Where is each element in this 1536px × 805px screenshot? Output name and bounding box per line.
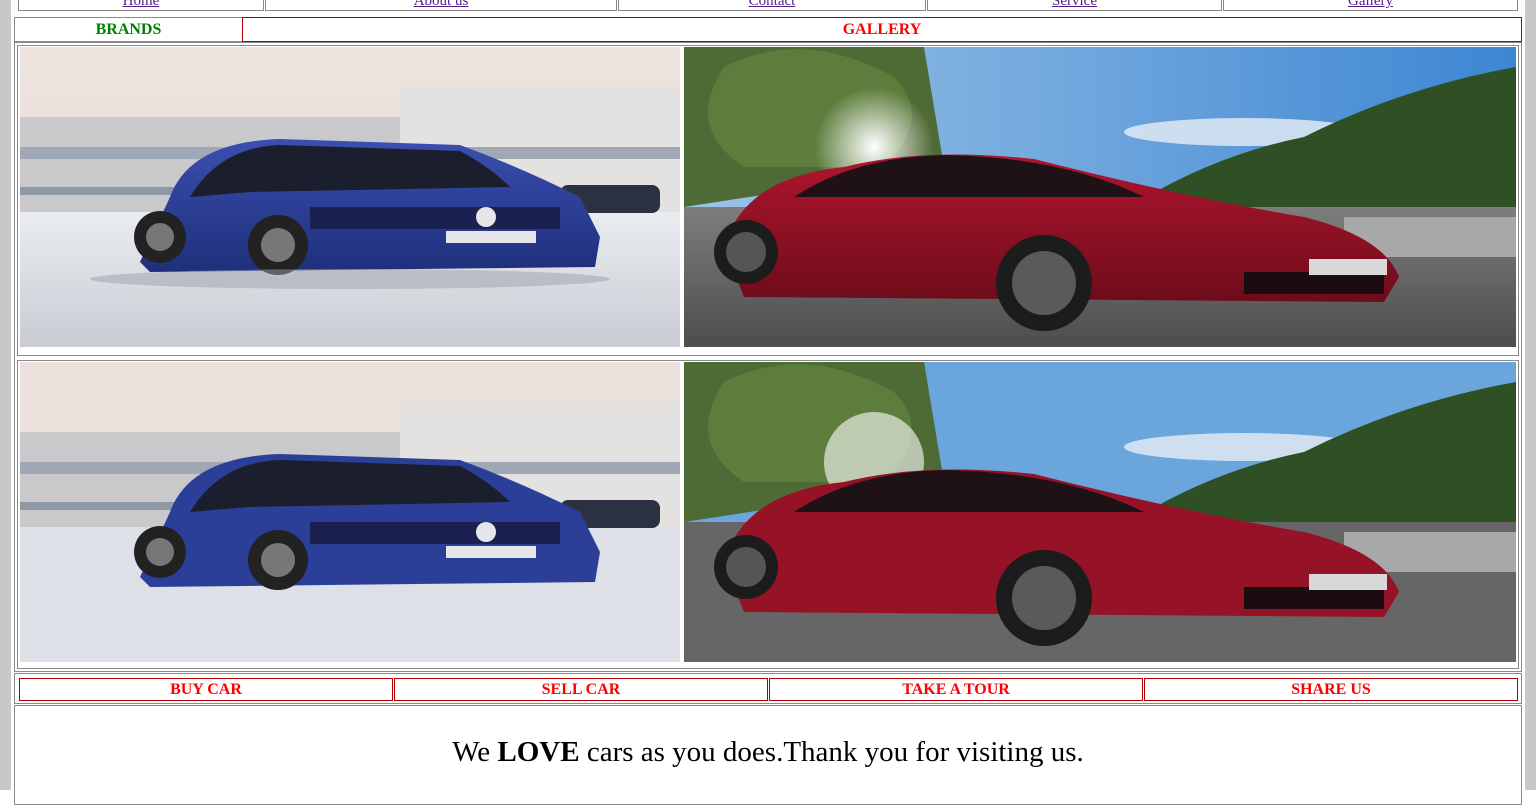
blue-hatchback-photo[interactable] bbox=[20, 47, 680, 347]
sell-car-button[interactable]: SELL CAR bbox=[394, 678, 768, 701]
share-us-button[interactable]: SHARE US bbox=[1144, 678, 1518, 701]
nav-cell-home: Home bbox=[18, 0, 264, 11]
nav-link-service[interactable]: Service bbox=[1052, 0, 1097, 9]
nav-link-gallery[interactable]: Gallery bbox=[1348, 0, 1393, 9]
red-coupe-photo-2[interactable] bbox=[684, 362, 1516, 662]
nav-link-contact[interactable]: Contact bbox=[749, 0, 796, 9]
nav-cell-service: Service bbox=[927, 0, 1222, 11]
take-a-tour-button[interactable]: TAKE A TOUR bbox=[769, 678, 1143, 701]
footer-suffix: cars as you does.Thank you for visiting … bbox=[579, 736, 1084, 768]
blue-hatchback-image-2 bbox=[20, 362, 680, 662]
nav-cell-gallery: Gallery bbox=[1223, 0, 1518, 11]
nav-link-about[interactable]: About us bbox=[414, 0, 469, 9]
blue-hatchback-image bbox=[20, 47, 680, 347]
blue-hatchback-photo-2[interactable] bbox=[20, 362, 680, 662]
window-frame-right bbox=[1525, 0, 1536, 790]
footer: We LOVE cars as you does.Thank you for v… bbox=[14, 705, 1522, 805]
brands-heading[interactable]: BRANDS bbox=[14, 17, 243, 42]
nav-cell-contact: Contact bbox=[618, 0, 926, 11]
gallery-heading[interactable]: GALLERY bbox=[242, 17, 1522, 42]
window-frame-left bbox=[0, 0, 11, 790]
action-bar: BUY CAR SELL CAR TAKE A TOUR SHARE US bbox=[14, 673, 1522, 704]
buy-car-button[interactable]: BUY CAR bbox=[19, 678, 393, 701]
red-coupe-photo[interactable] bbox=[684, 47, 1516, 347]
thank-you-message: We LOVE cars as you does.Thank you for v… bbox=[15, 736, 1521, 769]
footer-prefix: We bbox=[452, 736, 498, 768]
red-coupe-image-2 bbox=[684, 362, 1516, 662]
footer-emphasis: LOVE bbox=[497, 736, 580, 768]
nav-link-home[interactable]: Home bbox=[123, 0, 160, 9]
red-coupe-image bbox=[684, 47, 1516, 347]
nav-cell-about: About us bbox=[265, 0, 617, 11]
